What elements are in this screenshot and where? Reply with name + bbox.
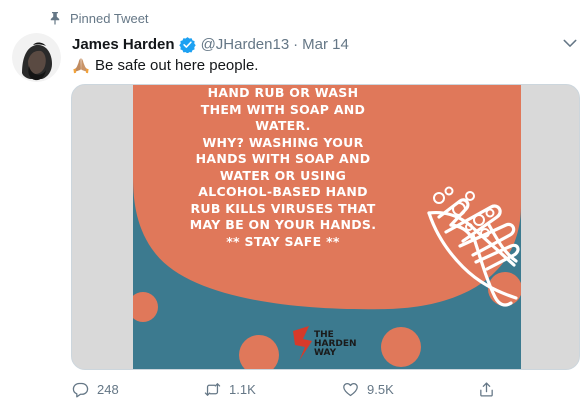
poster-line: WATER. [255, 118, 311, 133]
poster-line: HAND RUB OR WASH [207, 85, 359, 100]
verified-badge-icon [178, 36, 196, 53]
poster-line: THEM WITH SOAP AND [200, 101, 366, 117]
share-icon [480, 381, 493, 397]
tweet-media[interactable]: HAND RUB OR WASH THEM WITH SOAP AND WATE… [71, 84, 580, 370]
poster-line: ** STAY SAFE ** [226, 233, 340, 249]
retweet-button[interactable]: 1.1K [204, 381, 256, 398]
folded-hands-icon [72, 56, 90, 74]
media-image[interactable]: HAND RUB OR WASH THEM WITH SOAP AND WATE… [133, 85, 521, 369]
reply-count: 248 [97, 381, 119, 397]
poster-line: RUB KILLS VIRUSES THAT [190, 200, 376, 216]
poster-line: WHY? WASHING YOUR [202, 134, 364, 150]
heart-icon [343, 382, 358, 396]
logo-line-3: WAY [314, 348, 337, 358]
reply-button[interactable]: 248 [72, 381, 119, 398]
poster-line: HANDS WITH SOAP AND [195, 151, 371, 166]
author-handle[interactable]: @JHarden13 [201, 36, 290, 53]
poster-line: WATER OR USING [219, 167, 347, 183]
header-separator: · [293, 35, 299, 53]
poster-text: HAND RUB OR WASH THEM WITH SOAP AND WATE… [133, 85, 433, 250]
tweet-date[interactable]: Mar 14 [302, 36, 349, 53]
poster-line: ALCOHOL-BASED HAND [198, 184, 368, 199]
like-button[interactable]: 9.5K [342, 381, 394, 398]
tweet-text: Be safe out here people. [72, 56, 258, 74]
pinned-tweet-label: Pinned Tweet [48, 10, 149, 26]
retweet-count: 1.1K [229, 381, 256, 397]
author-name[interactable]: James Harden [72, 36, 175, 53]
pin-icon [48, 11, 62, 25]
logo-wordmark: THE HARDEN WAY [314, 331, 357, 358]
share-button[interactable] [478, 381, 503, 398]
retweet-icon [204, 382, 221, 396]
tweet-body: Be safe out here people. [95, 56, 259, 74]
pinned-text: Pinned Tweet [70, 10, 149, 26]
poster-line: MAY BE ON YOUR HANDS. [189, 217, 377, 232]
tweet-actions: 248 1.1K 9.5K [72, 378, 502, 400]
reply-icon [72, 382, 89, 397]
tweet-header: James Harden @JHarden13 · Mar 14 [72, 34, 548, 54]
like-count: 9.5K [367, 381, 394, 397]
chevron-down-icon[interactable] [562, 36, 578, 50]
avatar[interactable] [12, 33, 61, 82]
